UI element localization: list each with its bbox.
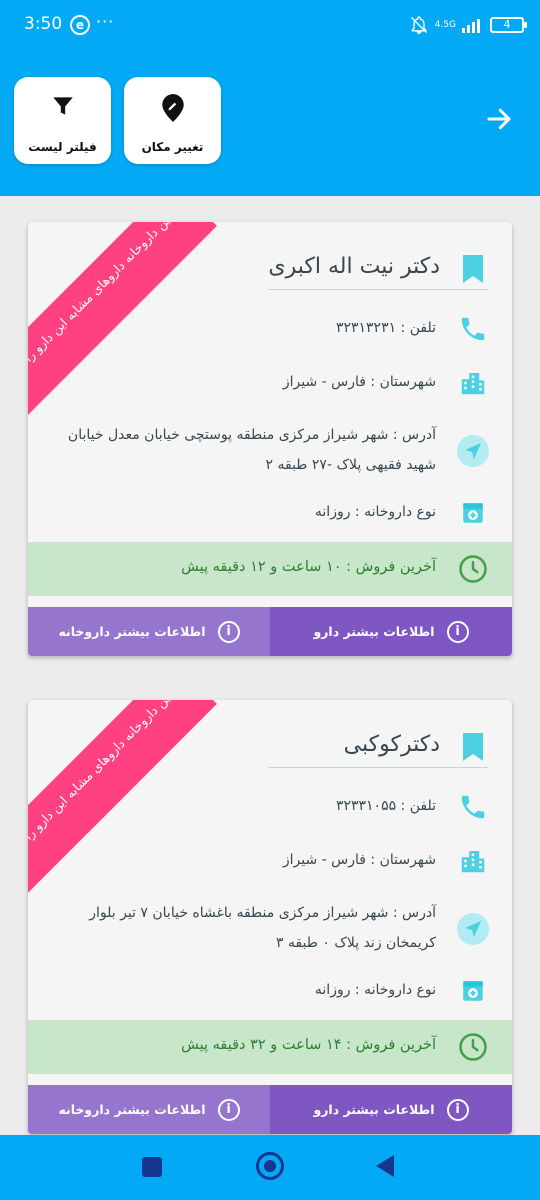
city-text: شهرستان : فارس - شیراز	[282, 852, 436, 868]
phone-row: تلفن : ۳۲۳۱۳۲۳۱	[28, 312, 512, 348]
app-header: فیلتر لیست تغییر مکان	[0, 50, 540, 196]
pharmacy-store-icon	[456, 496, 490, 530]
app-notification-icon: e	[70, 15, 90, 35]
last-sale-text: آخرین فروش : ۱۴ ساعت و ۳۲ دقیقه پیش	[181, 1037, 436, 1053]
phone-icon[interactable]	[456, 790, 490, 824]
system-nav-bar	[0, 1135, 540, 1200]
status-bar: 3:50 e ··· 4.5G 4	[0, 0, 540, 50]
drug-info-label: اطلاعات بیشتر دارو	[313, 1102, 435, 1117]
address-row: آدرس : شهر شیراز مرکزی منطقه باغشاه خیاب…	[28, 898, 512, 964]
address-text: آدرس : شهر شیراز مرکزی منطقه باغشاه خیاب…	[89, 905, 436, 951]
address-text: آدرس : شهر شیراز مرکزی منطقه پوستچی خیاب…	[67, 427, 436, 473]
pharmacy-info-button[interactable]: i اطلاعات بیشتر داروخانه	[28, 607, 270, 656]
navigation-icon[interactable]	[456, 912, 490, 946]
recents-icon[interactable]	[142, 1157, 162, 1177]
filter-icon	[14, 93, 111, 123]
drug-info-button[interactable]: i اطلاعات بیشتر دارو	[270, 607, 512, 656]
title-divider	[268, 767, 488, 768]
title-divider	[268, 289, 488, 290]
title-row: دکترکوکبی	[28, 728, 512, 768]
back-arrow-icon[interactable]	[484, 104, 514, 134]
drug-info-button[interactable]: i اطلاعات بیشتر دارو	[270, 1085, 512, 1134]
pharmacy-type-text: نوع داروخانه : روزانه	[314, 982, 436, 998]
more-notifications-icon: ···	[96, 12, 115, 31]
pharmacy-type-text: نوع داروخانه : روزانه	[314, 504, 436, 520]
info-icon: i	[217, 1098, 240, 1121]
card-buttons: i اطلاعات بیشتر داروخانه i اطلاعات بیشتر…	[28, 1085, 512, 1134]
last-sale-bar: آخرین فروش : ۱۰ ساعت و ۱۲ دقیقه پیش	[28, 542, 512, 596]
back-icon[interactable]	[376, 1155, 394, 1177]
last-sale-text: آخرین فروش : ۱۰ ساعت و ۱۲ دقیقه پیش	[181, 559, 436, 575]
card-buttons: i اطلاعات بیشتر داروخانه i اطلاعات بیشتر…	[28, 607, 512, 656]
drug-info-label: اطلاعات بیشتر دارو	[313, 624, 435, 639]
pharmacy-card: این داروخانه داروهای مشابه این دارو را د…	[28, 700, 512, 1134]
pharmacy-info-label: اطلاعات بیشتر داروخانه	[58, 624, 206, 639]
change-location-button[interactable]: تغییر مکان	[124, 77, 221, 164]
pharmacy-card: این داروخانه داروهای مشابه این دارو را د…	[28, 222, 512, 656]
bookmark-icon	[456, 730, 490, 764]
city-icon	[456, 366, 490, 400]
city-icon	[456, 844, 490, 878]
title-row: دکتر نیت اله اکبری	[28, 250, 512, 290]
address-row: آدرس : شهر شیراز مرکزی منطقه پوستچی خیاب…	[28, 420, 512, 486]
battery-icon: 4	[490, 17, 527, 33]
pharmacy-name: دکترکوکبی	[343, 732, 440, 757]
phone-row: تلفن : ۳۲۳۳۱۰۵۵	[28, 790, 512, 826]
signal-icon	[462, 19, 480, 33]
city-text: شهرستان : فارس - شیراز	[282, 374, 436, 390]
network-type: 4.5G	[434, 19, 456, 30]
change-location-label: تغییر مکان	[141, 140, 204, 154]
home-icon[interactable]	[256, 1152, 284, 1180]
city-row: شهرستان : فارس - شیراز	[28, 366, 512, 402]
phone-text: تلفن : ۳۲۳۱۳۲۳۱	[335, 320, 436, 336]
pharmacy-info-button[interactable]: i اطلاعات بیشتر داروخانه	[28, 1085, 270, 1134]
filter-list-label: فیلتر لیست	[28, 140, 97, 154]
status-right: 4.5G 4	[409, 13, 527, 37]
type-row: نوع داروخانه : روزانه	[28, 974, 512, 1010]
mute-bell-icon	[410, 16, 427, 35]
clock-icon	[456, 552, 490, 586]
phone-text: تلفن : ۳۲۳۳۱۰۵۵	[335, 798, 436, 814]
city-row: شهرستان : فارس - شیراز	[28, 844, 512, 880]
info-icon: i	[446, 620, 469, 643]
filter-list-button[interactable]: فیلتر لیست	[14, 77, 111, 164]
status-time: 3:50	[24, 14, 63, 34]
location-edit-icon	[124, 93, 221, 123]
info-icon: i	[446, 1098, 469, 1121]
last-sale-bar: آخرین فروش : ۱۴ ساعت و ۳۲ دقیقه پیش	[28, 1020, 512, 1074]
info-icon: i	[217, 620, 240, 643]
type-row: نوع داروخانه : روزانه	[28, 496, 512, 532]
pharmacy-store-icon	[456, 974, 490, 1008]
pharmacy-info-label: اطلاعات بیشتر داروخانه	[58, 1102, 206, 1117]
navigation-icon[interactable]	[456, 434, 490, 468]
pharmacy-name: دکتر نیت اله اکبری	[268, 254, 440, 279]
phone-icon[interactable]	[456, 312, 490, 346]
bookmark-icon	[456, 252, 490, 286]
clock-icon	[456, 1030, 490, 1064]
